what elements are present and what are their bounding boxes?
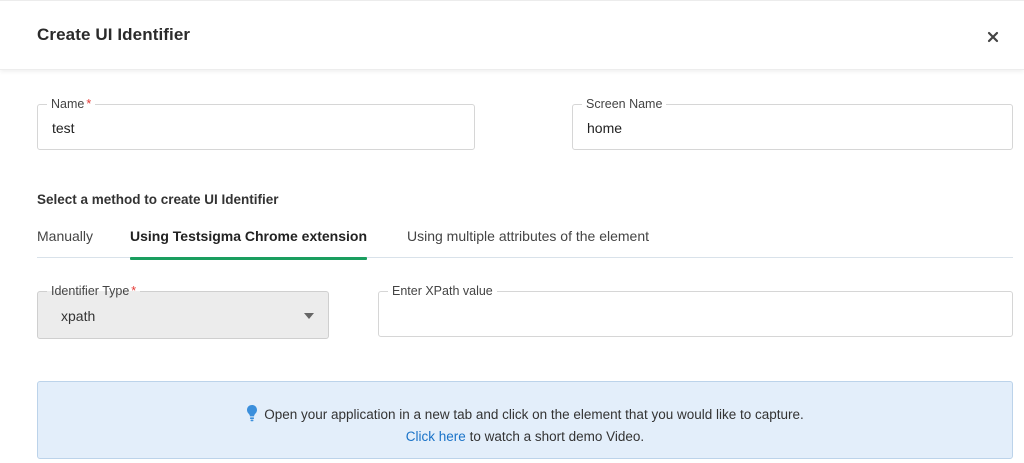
tab-multiple-attributes[interactable]: Using multiple attributes of the element — [407, 228, 649, 258]
info-message: Open your application in a new tab and c… — [264, 407, 804, 422]
name-value: test — [52, 120, 75, 136]
required-mark: * — [86, 97, 92, 111]
info-banner: Open your application in a new tab and c… — [37, 381, 1013, 459]
method-label: Select a method to create UI Identifier — [37, 192, 279, 207]
info-link-suffix: to watch a short demo Video. — [465, 429, 645, 444]
xpath-label: Enter XPath value — [388, 284, 497, 298]
tab-manually[interactable]: Manually — [37, 228, 93, 258]
demo-video-link[interactable]: Click here — [406, 429, 466, 444]
screen-name-field[interactable]: Screen Name home — [572, 97, 1013, 150]
identifier-type-value: xpath — [61, 308, 96, 324]
required-mark: * — [131, 284, 137, 298]
name-field[interactable]: Name * test — [37, 97, 475, 150]
info-message-line: Open your application in a new tab and c… — [38, 404, 1012, 422]
info-link-line: Click here to watch a short demo Video. — [38, 429, 1012, 444]
screen-name-value: home — [587, 120, 623, 136]
method-tabs: Manually Using Testsigma Chrome extensio… — [37, 228, 1013, 260]
name-label: Name * — [47, 97, 96, 111]
screen-name-label: Screen Name — [582, 97, 667, 111]
identifier-type-label: Identifier Type * — [47, 284, 141, 298]
xpath-input[interactable]: Enter XPath value — [378, 284, 1013, 337]
identifier-type-select[interactable]: Identifier Type * xpath — [37, 284, 329, 339]
chevron-down-icon — [304, 313, 314, 319]
tab-chrome-extension[interactable]: Using Testsigma Chrome extension — [130, 228, 368, 260]
dialog-header: Create UI Identifier — [0, 0, 1024, 70]
lightbulb-icon — [247, 405, 258, 422]
close-icon[interactable] — [984, 28, 1002, 46]
dialog-title: Create UI Identifier — [37, 25, 191, 44]
